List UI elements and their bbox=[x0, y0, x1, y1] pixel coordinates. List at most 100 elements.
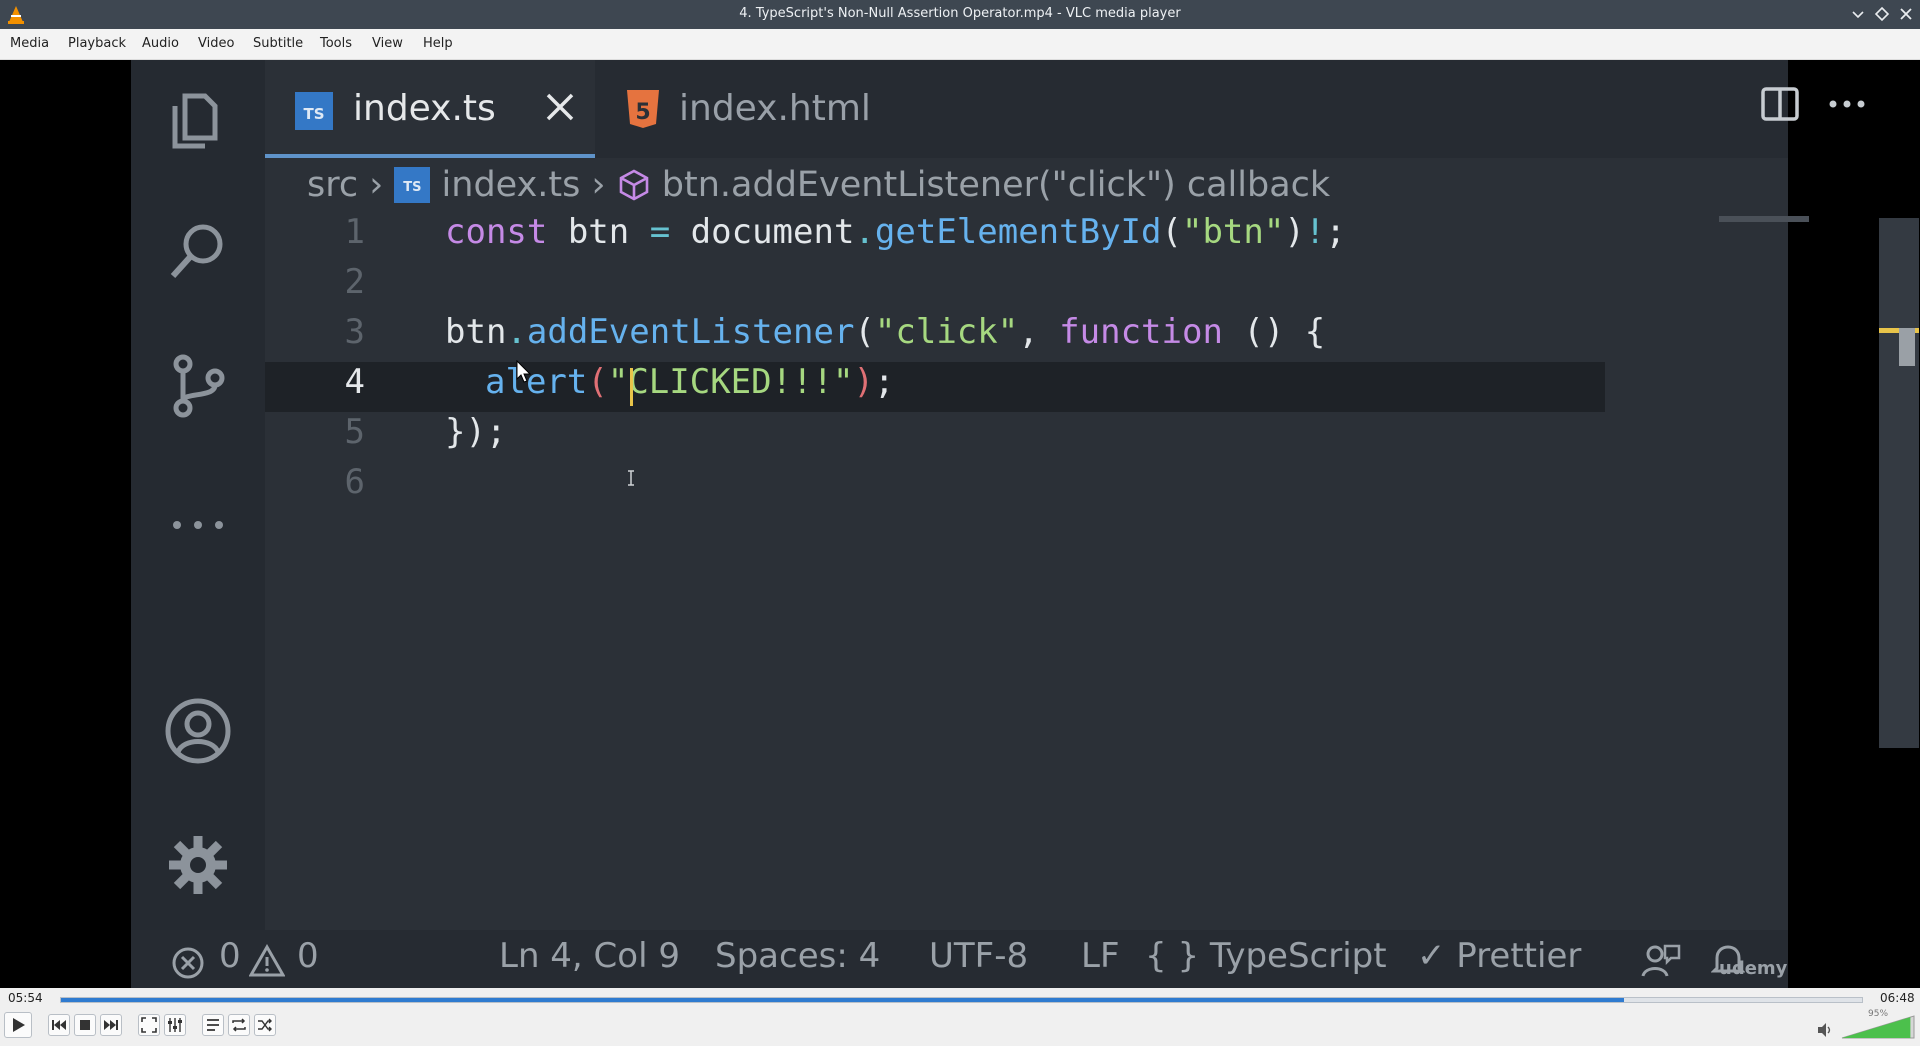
breadcrumb: src › TS index.ts › btn.addEventListener… bbox=[307, 164, 1330, 212]
code-text: const btn = document.getElementById("btn… bbox=[445, 212, 1346, 252]
line-number: 5 bbox=[344, 412, 365, 452]
stop-button[interactable] bbox=[74, 1014, 96, 1036]
shuffle-button[interactable] bbox=[254, 1014, 276, 1036]
previous-icon bbox=[52, 1020, 66, 1030]
encoding: UTF-8 bbox=[929, 936, 1029, 976]
title-bar: 4. TypeScript's Non-Null Assertion Opera… bbox=[0, 0, 1920, 29]
play-button[interactable] bbox=[4, 1012, 32, 1038]
breadcrumb-symbol: btn.addEventListener("click") callback bbox=[661, 165, 1331, 205]
maximize-icon[interactable] bbox=[1872, 4, 1892, 24]
total-time: 06:48 bbox=[1880, 991, 1915, 1005]
tab-label: index.ts bbox=[353, 88, 496, 129]
minimap bbox=[1719, 216, 1809, 222]
editor-pane: TS index.ts 5 index.html src › TS index.… bbox=[265, 60, 1919, 930]
menu-video[interactable]: Video bbox=[198, 36, 234, 51]
editor-scrollbar bbox=[1879, 218, 1919, 748]
code-text: btn.addEventListener("click", function (… bbox=[445, 312, 1326, 352]
speaker-icon[interactable] bbox=[1816, 1022, 1834, 1038]
menu-media[interactable]: Media bbox=[10, 36, 49, 51]
next-icon bbox=[104, 1020, 118, 1030]
extended-settings-button[interactable] bbox=[164, 1014, 186, 1036]
udemy-watermark: udemy bbox=[1719, 958, 1788, 979]
play-icon bbox=[13, 1018, 25, 1032]
error-icon bbox=[172, 947, 204, 979]
status-bar: 0 0 Ln 4, Col 9 Spaces: 4 UTF-8 LF { } T… bbox=[131, 930, 1788, 988]
code-text: }); bbox=[445, 412, 507, 452]
indentation: Spaces: 4 bbox=[715, 936, 881, 976]
menu-audio[interactable]: Audio bbox=[142, 36, 179, 51]
scrollbar-thumb bbox=[1899, 328, 1915, 366]
typescript-small-icon: TS bbox=[394, 167, 431, 203]
prettier-status: ✓ Prettier bbox=[1417, 936, 1582, 976]
warning-count: 0 bbox=[297, 936, 319, 976]
language-mode: { } TypeScript bbox=[1145, 936, 1387, 976]
close-window-icon[interactable] bbox=[1896, 4, 1916, 24]
video-area[interactable]: TS index.ts 5 index.html src › TS index.… bbox=[0, 60, 1920, 988]
loop-icon bbox=[232, 1018, 246, 1032]
error-count: 0 bbox=[219, 936, 241, 976]
menu-tools[interactable]: Tools bbox=[320, 36, 352, 51]
tab-index-html[interactable]: 5 index.html bbox=[595, 60, 875, 158]
volume-percent: 95% bbox=[1868, 1009, 1889, 1019]
mouse-pointer-icon bbox=[516, 360, 532, 383]
cursor-position: Ln 4, Col 9 bbox=[499, 936, 680, 976]
split-editor-icon bbox=[1761, 87, 1799, 121]
seek-slider[interactable] bbox=[60, 997, 1863, 1003]
typescript-icon: TS bbox=[295, 92, 333, 130]
menu-playback[interactable]: Playback bbox=[68, 36, 126, 51]
search-icon bbox=[170, 224, 223, 279]
elapsed-time: 05:54 bbox=[8, 991, 43, 1005]
fullscreen-icon bbox=[141, 1017, 157, 1033]
loop-button[interactable] bbox=[228, 1014, 250, 1036]
more-actions-icon bbox=[1829, 100, 1865, 108]
symbol-cube-icon bbox=[619, 169, 648, 201]
seek-progress bbox=[61, 998, 1625, 1002]
equalizer-icon bbox=[168, 1018, 182, 1032]
code-line-current: 4 alert("CLICKED!!!"); bbox=[265, 362, 1605, 412]
line-number: 3 bbox=[344, 312, 365, 352]
code-line: 6 bbox=[265, 462, 1785, 512]
text-cursor-icon bbox=[628, 470, 634, 486]
tab-bar: TS index.ts 5 index.html bbox=[265, 60, 1865, 158]
chevron-right-icon: › bbox=[369, 165, 384, 205]
line-ending: LF bbox=[1081, 936, 1120, 976]
fullscreen-button[interactable] bbox=[138, 1014, 160, 1036]
minimize-icon[interactable] bbox=[1848, 4, 1868, 24]
more-icon bbox=[173, 521, 223, 529]
menu-subtitle[interactable]: Subtitle bbox=[253, 36, 303, 51]
chevron-right-icon: › bbox=[591, 165, 606, 205]
window-title: 4. TypeScript's Non-Null Assertion Opera… bbox=[739, 6, 1181, 21]
html5-icon: 5 bbox=[627, 90, 659, 128]
next-button[interactable] bbox=[100, 1014, 122, 1036]
code-line: 2 bbox=[265, 262, 1785, 312]
settings-gear-icon bbox=[169, 836, 227, 894]
account-icon bbox=[165, 698, 231, 764]
warning-icon bbox=[249, 944, 285, 977]
seek-bar-row: 05:54 06:48 bbox=[0, 988, 1920, 1008]
feedback-icon bbox=[1641, 944, 1681, 977]
code-line: 3 btn.addEventListener("click", function… bbox=[265, 312, 1785, 362]
files-icon bbox=[172, 93, 218, 149]
volume-slider[interactable]: 95% bbox=[1840, 1008, 1916, 1042]
source-control-icon bbox=[173, 354, 225, 418]
code-line: 5 }); bbox=[265, 412, 1785, 462]
menu-help[interactable]: Help bbox=[423, 36, 453, 51]
close-icon[interactable] bbox=[543, 90, 577, 124]
code-line: 1 const btn = document.getElementById("b… bbox=[265, 212, 1785, 262]
line-number: 1 bbox=[344, 212, 365, 252]
playlist-button[interactable] bbox=[202, 1014, 224, 1036]
tab-index-ts[interactable]: TS index.ts bbox=[265, 60, 595, 158]
code-text: alert("CLICKED!!!"); bbox=[485, 362, 895, 402]
menu-view[interactable]: View bbox=[372, 36, 403, 51]
activity-bar bbox=[131, 60, 265, 930]
previous-button[interactable] bbox=[48, 1014, 70, 1036]
stop-icon bbox=[80, 1020, 90, 1030]
text-cursor bbox=[630, 368, 633, 406]
playback-controls: 95% bbox=[0, 1008, 1920, 1042]
breadcrumb-folder: src bbox=[307, 165, 359, 205]
playlist-icon bbox=[207, 1019, 219, 1031]
breadcrumb-file: index.ts bbox=[441, 165, 581, 205]
line-number: 6 bbox=[344, 462, 365, 502]
menu-bar: Media Playback Audio Video Subtitle Tool… bbox=[0, 29, 1920, 60]
shuffle-icon bbox=[258, 1018, 272, 1032]
